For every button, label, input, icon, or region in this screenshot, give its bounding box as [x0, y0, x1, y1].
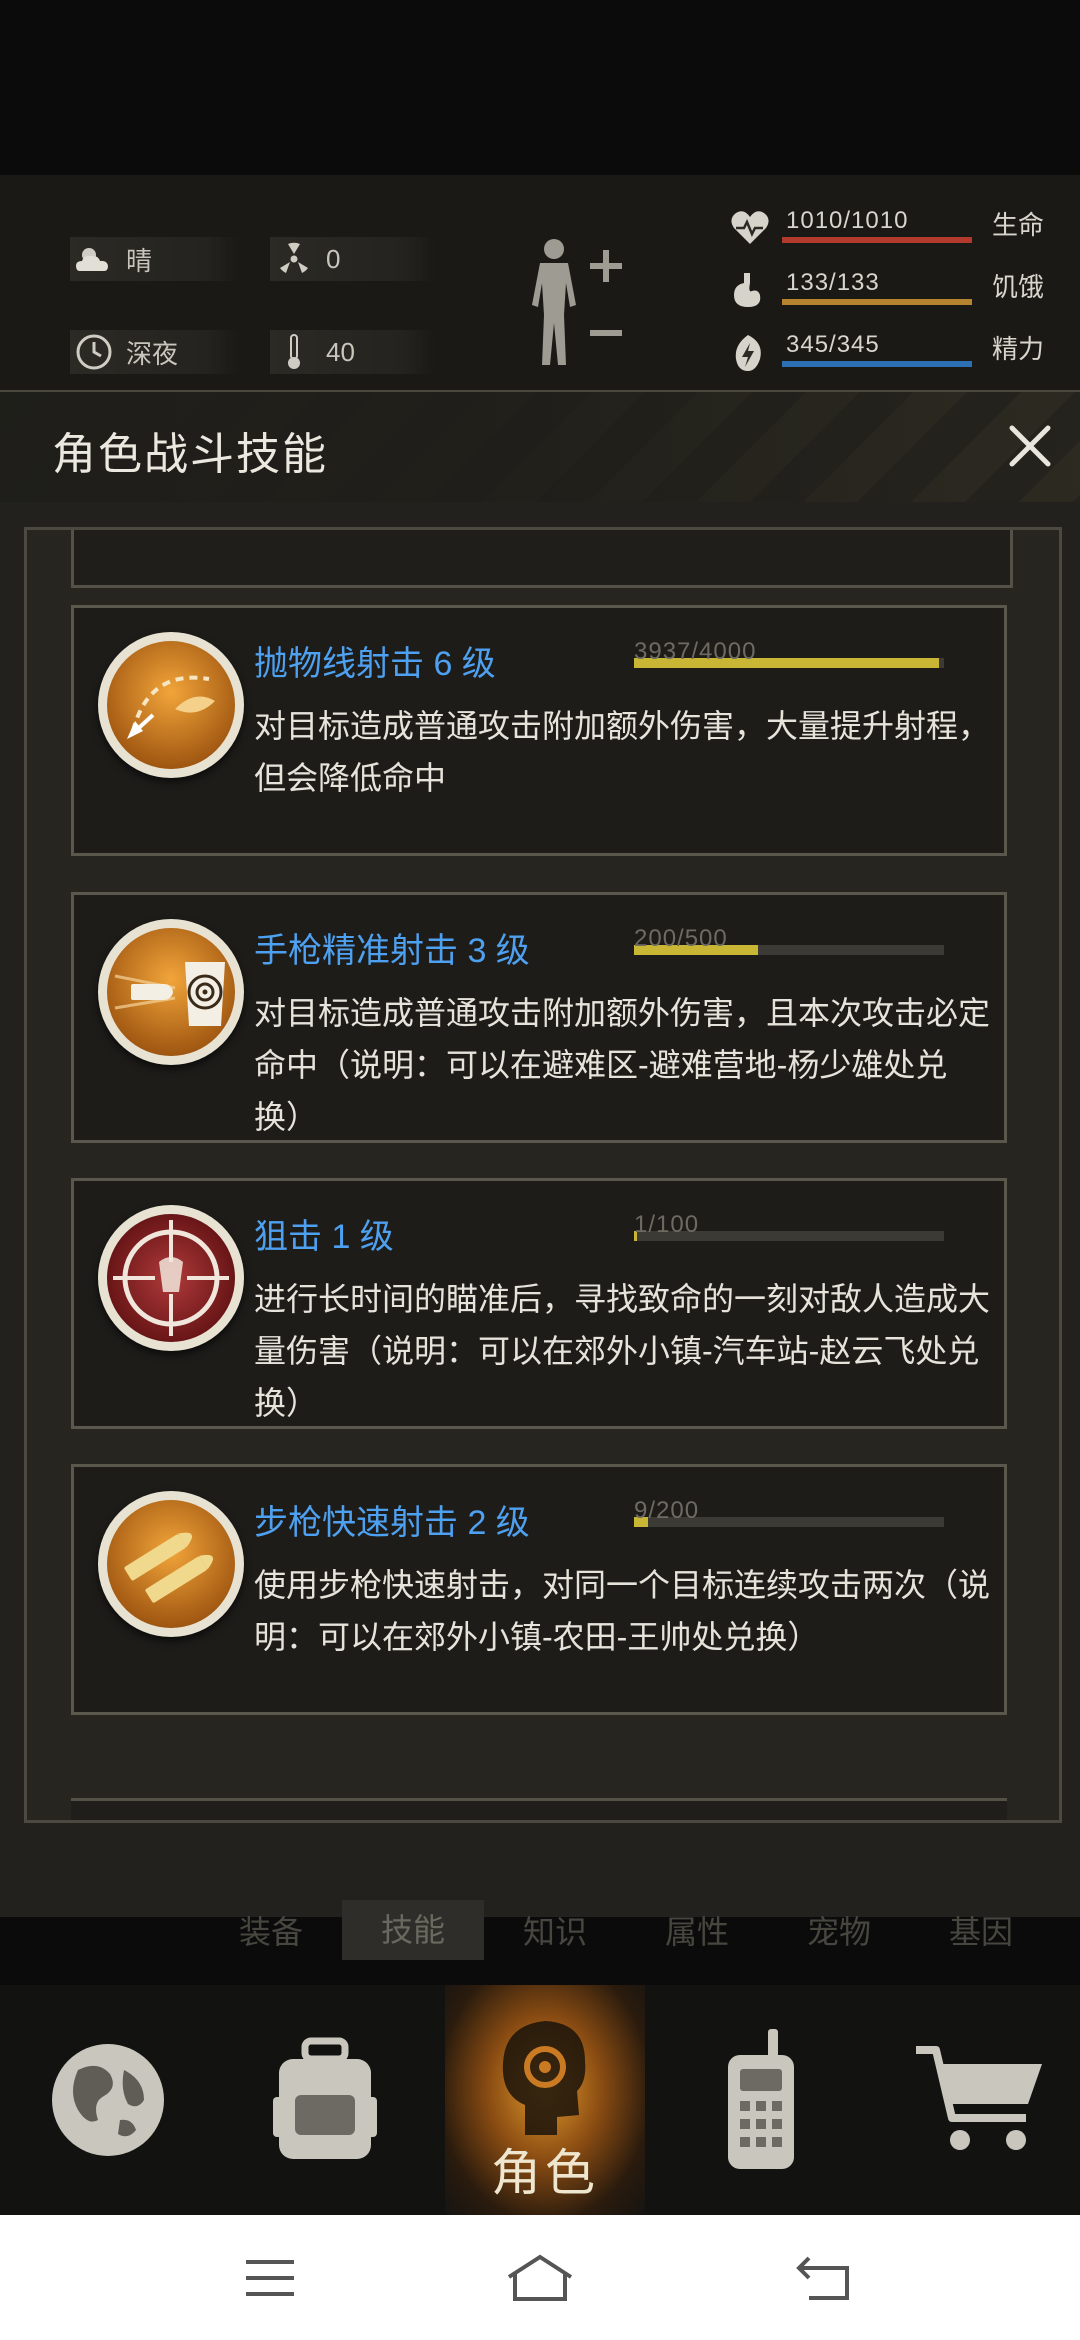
combat-skills-dialog: 角色战斗技能 抛物线射击 6 级 3937/4000 对目标造成普通攻击附加额外…: [0, 390, 1080, 1917]
skill-card[interactable]: 步枪快速射击 2 级 9/200 使用步枪快速射击，对同一个目标连续攻击两次（说…: [71, 1464, 1007, 1715]
thermometer-icon: [270, 332, 318, 372]
stomach-icon: [730, 271, 774, 311]
skill-name: 手枪精准射击 3 级: [254, 932, 530, 970]
nav-shop-button[interactable]: [890, 1985, 1070, 2215]
backpack-icon: [273, 2037, 377, 2159]
skill-card[interactable]: 抛物线射击 6 级 3937/4000 对目标造成普通攻击附加额外伤害，大量提升…: [71, 605, 1007, 856]
energy-stat: 345/345 精力: [730, 329, 1070, 377]
list-item: [71, 530, 1013, 588]
time-text: 深夜: [126, 338, 179, 369]
radiation-value: 0: [326, 243, 341, 274]
menu-icon: [246, 2260, 294, 2296]
cart-icon: [916, 2046, 1042, 2150]
temperature-value: 40: [326, 336, 355, 367]
tab-equipment[interactable]: 装备: [200, 1907, 342, 1953]
crosshair-icon: [98, 1205, 244, 1351]
skill-description: 使用步枪快速射击，对同一个目标连续攻击两次（说明：可以在郊外小镇-农田-王帅处兑…: [254, 1567, 991, 1655]
nav-character-button[interactable]: 角色: [445, 1985, 645, 2215]
menu-button[interactable]: [230, 2243, 310, 2313]
list-item: [71, 1798, 1007, 1820]
health-value: 1010/1010: [786, 207, 909, 234]
bullet-target-icon: [98, 919, 244, 1065]
skill-description: 对目标造成普通攻击附加额外伤害，大量提升射程，但会降低命中: [254, 708, 991, 796]
hunger-bar: [782, 299, 972, 305]
xp-text: 9/200: [634, 1497, 700, 1524]
weather-text: 晴: [126, 245, 153, 276]
body-status-button[interactable]: [520, 235, 630, 375]
nav-backpack-button[interactable]: [235, 1985, 415, 2215]
status-hud: 晴 0 深夜 40 1010/1010 生命 133/133 饥饿 345/34…: [0, 175, 1080, 390]
time-indicator: 深夜: [70, 330, 240, 374]
tab-attributes[interactable]: 属性: [626, 1907, 768, 1953]
xp-text: 200/500: [634, 925, 728, 952]
hunger-value: 133/133: [786, 269, 880, 296]
dialog-header: 角色战斗技能: [0, 392, 1080, 502]
close-button[interactable]: [998, 414, 1062, 478]
walkie-talkie-icon: [728, 2029, 794, 2169]
energy-icon: [730, 333, 774, 373]
nav-map-button[interactable]: [18, 1985, 198, 2215]
back-button[interactable]: [785, 2243, 865, 2313]
temperature-indicator: 40: [270, 330, 435, 374]
xp-text: 1/100: [634, 1211, 700, 1238]
skill-card[interactable]: 狙击 1 级 1/100 进行长时间的瞄准后，寻找致命的一刻对敌人造成大量伤害（…: [71, 1178, 1007, 1429]
head-gear-icon: [502, 2021, 586, 2135]
skill-name: 狙击 1 级: [254, 1218, 394, 1256]
tab-pets[interactable]: 宠物: [768, 1907, 910, 1953]
skill-description: 进行长时间的瞄准后，寻找致命的一刻对敌人造成大量伤害（说明：可以在郊外小镇-汽车…: [254, 1281, 991, 1421]
home-icon: [507, 2254, 573, 2301]
nav-radio-button[interactable]: [670, 1985, 850, 2215]
health-bar: [782, 237, 972, 243]
body-figure-icon: [532, 239, 622, 365]
hunger-stat: 133/133 饥饿: [730, 267, 1070, 315]
globe-icon: [52, 2044, 164, 2156]
energy-bar: [782, 361, 972, 367]
skill-card[interactable]: 手枪精准射击 3 级 200/500 对目标造成普通攻击附加额外伤害，且本次攻击…: [71, 892, 1007, 1143]
radiation-indicator: 0: [270, 237, 435, 281]
system-navigation-bar: [0, 2215, 1080, 2340]
health-label: 生命: [992, 210, 1045, 240]
rifle-bullets-icon: [98, 1491, 244, 1637]
hunger-label: 饥饿: [992, 272, 1045, 302]
tab-genes[interactable]: 基因: [910, 1907, 1052, 1953]
energy-value: 345/345: [786, 331, 880, 358]
arrow-curve-icon: [98, 632, 244, 778]
nav-character-label: 角色: [491, 2145, 599, 2201]
close-icon: [1009, 425, 1051, 467]
energy-label: 精力: [992, 334, 1045, 364]
weather-indicator: 晴: [70, 237, 240, 281]
skill-name: 抛物线射击 6 级: [254, 645, 496, 683]
heart-icon: [730, 209, 774, 249]
energy-bar-fill: [782, 361, 972, 367]
character-sub-tabs: 装备 技能 知识 属性 宠物 基因: [200, 1900, 1080, 1960]
tab-knowledge[interactable]: 知识: [484, 1907, 626, 1953]
health-bar-fill: [782, 237, 972, 243]
cloud-sun-icon: [70, 239, 118, 279]
xp-text: 3937/4000: [634, 638, 757, 665]
skill-list[interactable]: 抛物线射击 6 级 3937/4000 对目标造成普通攻击附加额外伤害，大量提升…: [24, 527, 1062, 1823]
health-stat: 1010/1010 生命: [730, 205, 1070, 253]
radiation-icon: [270, 239, 318, 279]
home-button[interactable]: [500, 2243, 580, 2313]
clock-icon: [70, 332, 118, 372]
skill-name: 步枪快速射击 2 级: [254, 1504, 530, 1542]
back-icon: [796, 2256, 849, 2300]
hunger-bar-fill: [782, 299, 972, 305]
tab-skills[interactable]: 技能: [342, 1900, 484, 1960]
skill-description: 对目标造成普通攻击附加额外伤害，且本次攻击必定命中（说明：可以在避难区-避难营地…: [254, 995, 991, 1135]
bottom-nav: 角色: [0, 1985, 1080, 2215]
dialog-title: 角色战斗技能: [52, 430, 328, 479]
